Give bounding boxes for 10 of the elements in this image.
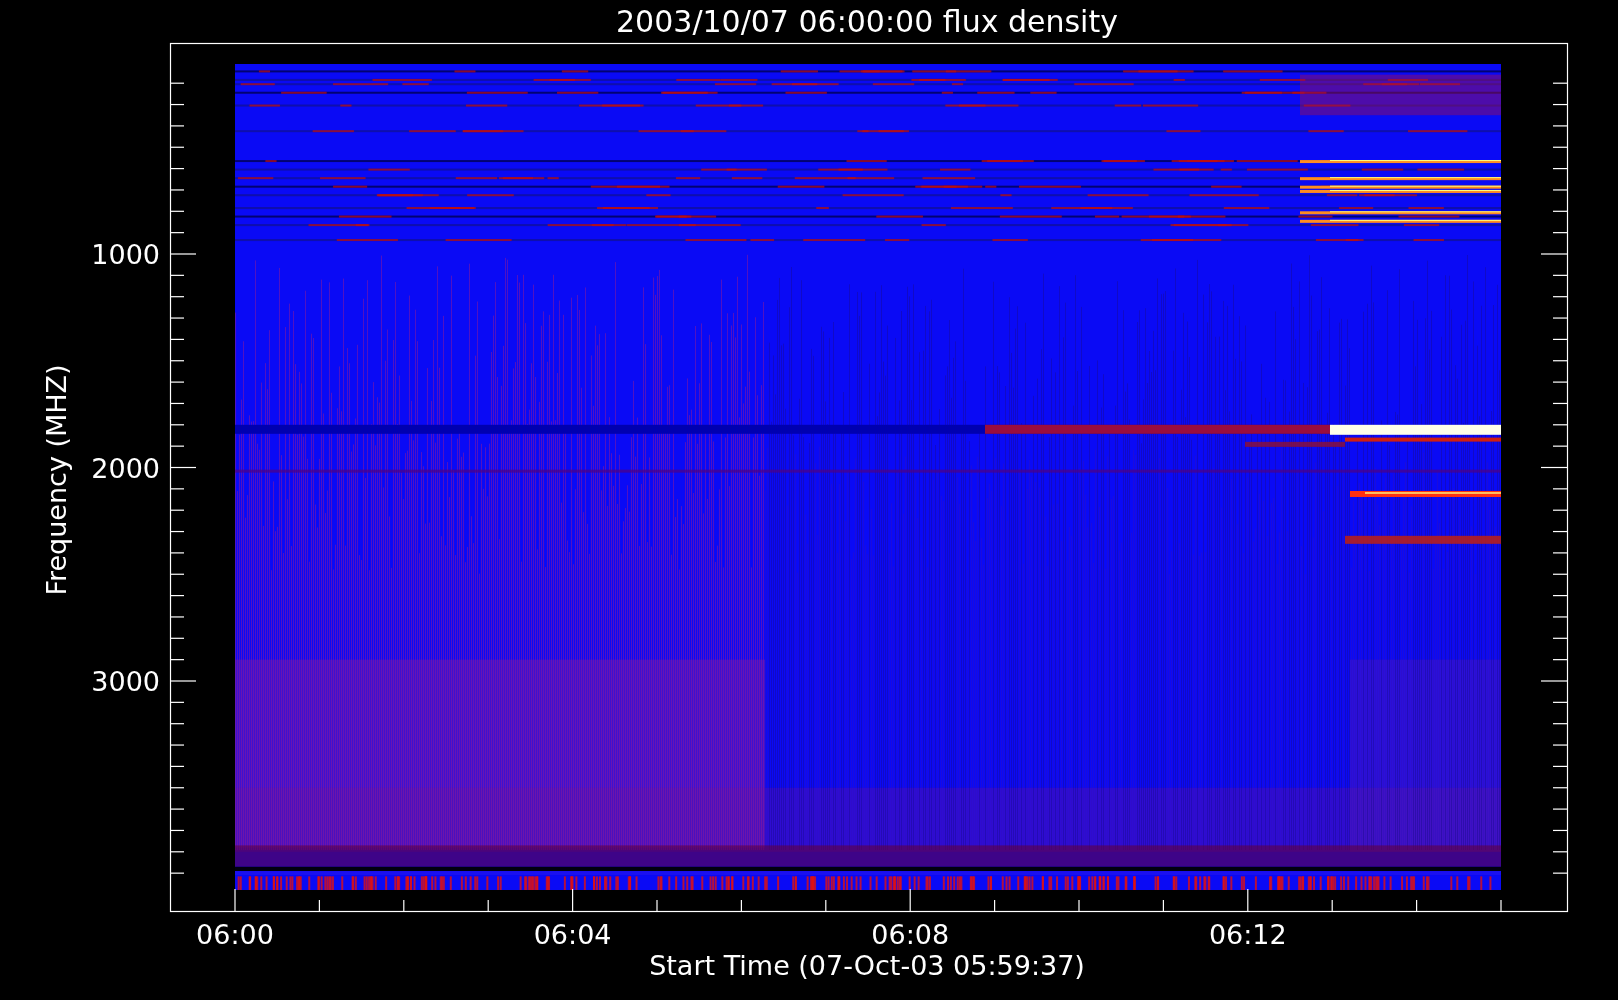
chart-title: 2003/10/07 06:00:00 flux density (616, 4, 1118, 39)
tick-label: 06:00 (196, 919, 274, 950)
tick-label: 06:04 (533, 919, 612, 950)
axis-label: Start Time (07-Oct-03 05:59:37) (649, 950, 1085, 981)
tick-label: 1000 (91, 239, 160, 270)
tick-label: 06:08 (871, 919, 950, 950)
tick-label: 3000 (91, 666, 160, 697)
tick-label: 2000 (91, 452, 160, 484)
tick-label: 06:12 (1208, 919, 1287, 950)
axis-label: Frequency (MHZ) (41, 364, 72, 596)
